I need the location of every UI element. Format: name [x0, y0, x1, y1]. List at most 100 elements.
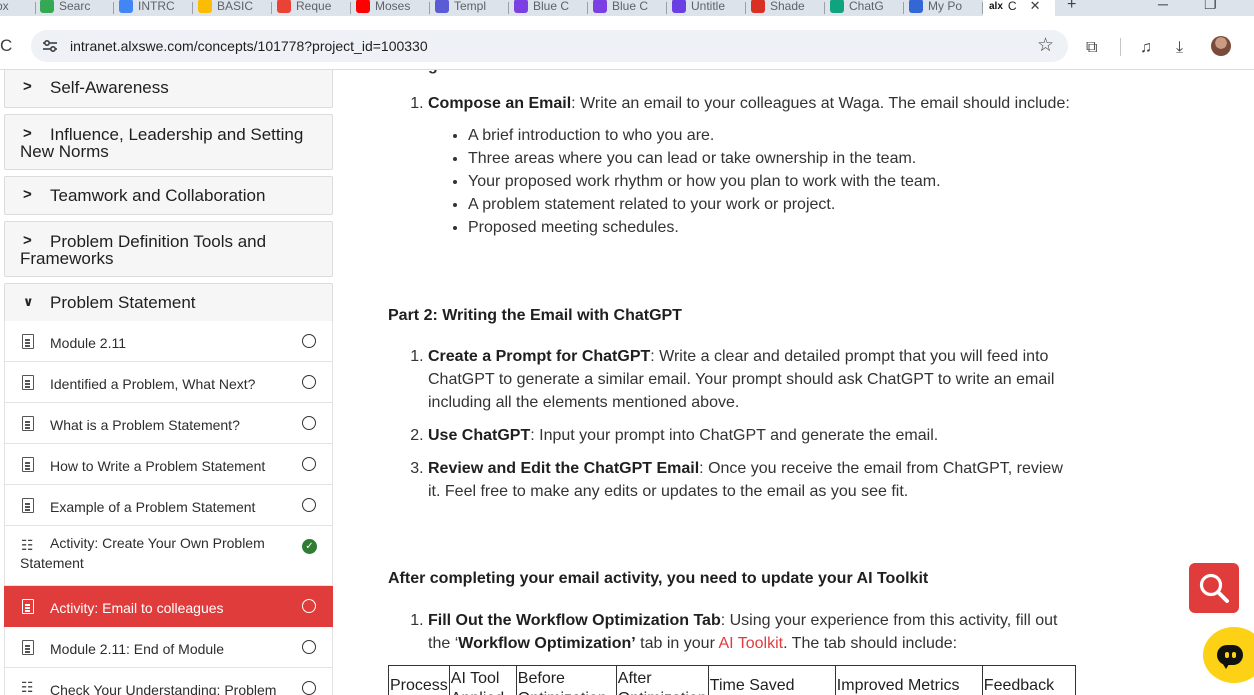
lesson-item-how-to-write[interactable]: How to Write a Problem Statement: [4, 444, 333, 485]
tab-favicon-icon: [198, 0, 212, 13]
requirement-item: Proposed meeting schedules.: [468, 216, 1078, 239]
section-problem-statement[interactable]: ∨ Problem Statement: [4, 283, 333, 322]
browser-tab[interactable]: Searc: [40, 0, 114, 16]
lesson-item-end-of-module[interactable]: Module 2.11: End of Module: [4, 627, 333, 668]
tab-title: Untitle: [691, 0, 726, 13]
browser-tab[interactable]: Templ: [435, 0, 509, 16]
url-text[interactable]: intranet.alxswe.com/concepts/101778?proj…: [70, 38, 428, 54]
browser-tab[interactable]: ChatG: [830, 0, 904, 16]
media-controls-icon[interactable]: ♫: [1140, 39, 1152, 57]
tab-separator: [113, 2, 114, 14]
requirement-item: Your proposed work rhythm or how you pla…: [468, 170, 1078, 193]
incomplete-status-icon: [302, 416, 316, 430]
tab-separator: [350, 2, 351, 14]
ai-toolkit-link[interactable]: AI Toolkit: [718, 635, 783, 652]
requirement-item: A brief introduction to who you are.: [468, 124, 1078, 147]
tab-title: BASIC: [217, 0, 254, 13]
lesson-label: Module 2.11: [50, 335, 127, 351]
tab-favicon-icon: [751, 0, 765, 13]
close-tab-icon[interactable]: ✕: [1030, 0, 1041, 14]
lesson-label: Activity: Email to colleagues: [50, 600, 224, 616]
document-icon: [22, 640, 34, 655]
lesson-label: Module 2.11: End of Module: [50, 641, 225, 657]
lesson-item-identified-problem[interactable]: Identified a Problem, What Next?: [4, 362, 333, 403]
section-self-awareness[interactable]: > Self-Awareness: [4, 70, 333, 108]
document-icon: [22, 457, 34, 472]
step-create-prompt: Create a Prompt for ChatGPT: Write a cle…: [428, 345, 1078, 414]
lesson-item-what-is-problem-statement[interactable]: What is a Problem Statement?: [4, 403, 333, 444]
tab-favicon-icon: [119, 0, 133, 13]
lesson-item-module-2-11[interactable]: Module 2.11: [4, 321, 333, 362]
chevron-right-icon: >: [23, 78, 32, 95]
browser-tab[interactable]: BASIC: [198, 0, 272, 16]
tab-favicon-icon: [514, 0, 528, 13]
lesson-item-activity-email[interactable]: Activity: Email to colleagues: [4, 586, 333, 627]
site-settings-icon[interactable]: [41, 37, 59, 55]
step-title: Compose an Email: [428, 95, 572, 112]
cut-off-heading: g: [428, 70, 438, 77]
step-text: tab in your: [635, 635, 719, 652]
browser-tab[interactable]: Blue C: [593, 0, 667, 16]
part1-steps: Compose an Email: Write an email to your…: [428, 92, 1078, 239]
browser-tab[interactable]: ox: [0, 0, 36, 16]
toolbar-divider: [1120, 38, 1121, 56]
lesson-content: g Compose an Email: Write an email to yo…: [333, 70, 1254, 695]
incomplete-status-icon: [302, 457, 316, 471]
tab-title: Moses: [375, 0, 411, 13]
minimize-icon[interactable]: ─: [1158, 0, 1168, 12]
incomplete-status-icon: [302, 599, 316, 613]
section-label: Problem Statement: [50, 293, 196, 312]
browser-tab[interactable]: Shade: [751, 0, 825, 16]
tab-separator: [508, 2, 509, 14]
lesson-item-check-understanding[interactable]: ☷ Check Your Understanding: Problem: [4, 668, 333, 695]
chat-eye: [1225, 652, 1229, 658]
profile-avatar[interactable]: [1211, 36, 1231, 56]
browser-tab[interactable]: INTRC: [119, 0, 193, 16]
lesson-label: Activity: Create Your Own Problem Statem…: [20, 535, 265, 571]
section-problem-definition[interactable]: > Problem Definition Tools and Framework…: [4, 221, 333, 277]
tab-favicon-icon: [277, 0, 291, 13]
document-icon: [22, 334, 34, 349]
table-header-cell: Time Saved: [707, 665, 836, 695]
search-button[interactable]: [1189, 563, 1239, 613]
step-fill-workflow: Fill Out the Workflow Optimization Tab: …: [428, 609, 1078, 655]
checklist-icon: ☷: [21, 679, 34, 695]
lesson-label: How to Write a Problem Statement: [50, 458, 266, 474]
browser-tab[interactable]: Untitle: [672, 0, 746, 16]
workflow-table: Process AI Tool Applied Before Optimizat…: [388, 665, 1076, 695]
download-icon[interactable]: ⤓: [1176, 39, 1183, 57]
lesson-item-example[interactable]: Example of a Problem Statement: [4, 485, 333, 526]
bookmark-star-icon[interactable]: ☆: [1037, 34, 1054, 57]
restore-icon[interactable]: ❐: [1204, 0, 1217, 13]
step-text: : Write an email to your colleagues at W…: [571, 95, 1070, 112]
course-sidebar: > Self-Awareness > Influence, Leadership…: [0, 70, 333, 695]
document-icon: [22, 498, 34, 513]
incomplete-status-icon: [302, 640, 316, 654]
section-influence-leadership[interactable]: > Influence, Leadership and Setting New …: [4, 114, 333, 170]
active-tab[interactable]: alx C ✕: [983, 0, 1055, 16]
browser-tab[interactable]: Reque: [277, 0, 351, 16]
tab-favicon-icon: [672, 0, 686, 13]
address-bar[interactable]: intranet.alxswe.com/concepts/101778?proj…: [31, 30, 1068, 62]
tab-separator: [903, 2, 904, 14]
browser-tab[interactable]: My Po: [909, 0, 983, 16]
document-icon: [22, 416, 34, 431]
incomplete-status-icon: [302, 498, 316, 512]
new-tab-button[interactable]: +: [1067, 0, 1076, 14]
reload-icon[interactable]: C: [0, 36, 12, 56]
tab-title: ChatG: [849, 0, 884, 13]
tab-separator: [824, 2, 825, 14]
lesson-label: Check Your Understanding: Problem: [50, 682, 277, 695]
browser-tab[interactable]: Blue C: [514, 0, 588, 16]
chat-eye: [1232, 652, 1236, 658]
incomplete-status-icon: [302, 334, 316, 348]
browser-tab[interactable]: Moses: [356, 0, 430, 16]
tab-separator: [192, 2, 193, 14]
tab-title: Blue C: [533, 0, 570, 13]
section-teamwork[interactable]: > Teamwork and Collaboration: [4, 176, 333, 215]
extensions-icon[interactable]: ⧉: [1086, 39, 1097, 57]
tab-name: Workflow Optimization’: [458, 635, 636, 652]
lesson-item-activity-create[interactable]: ☷ Activity: Create Your Own Problem Stat…: [4, 526, 333, 586]
tab-favicon-icon: [40, 0, 54, 13]
table-header-cell: Feedback: [981, 665, 1076, 695]
